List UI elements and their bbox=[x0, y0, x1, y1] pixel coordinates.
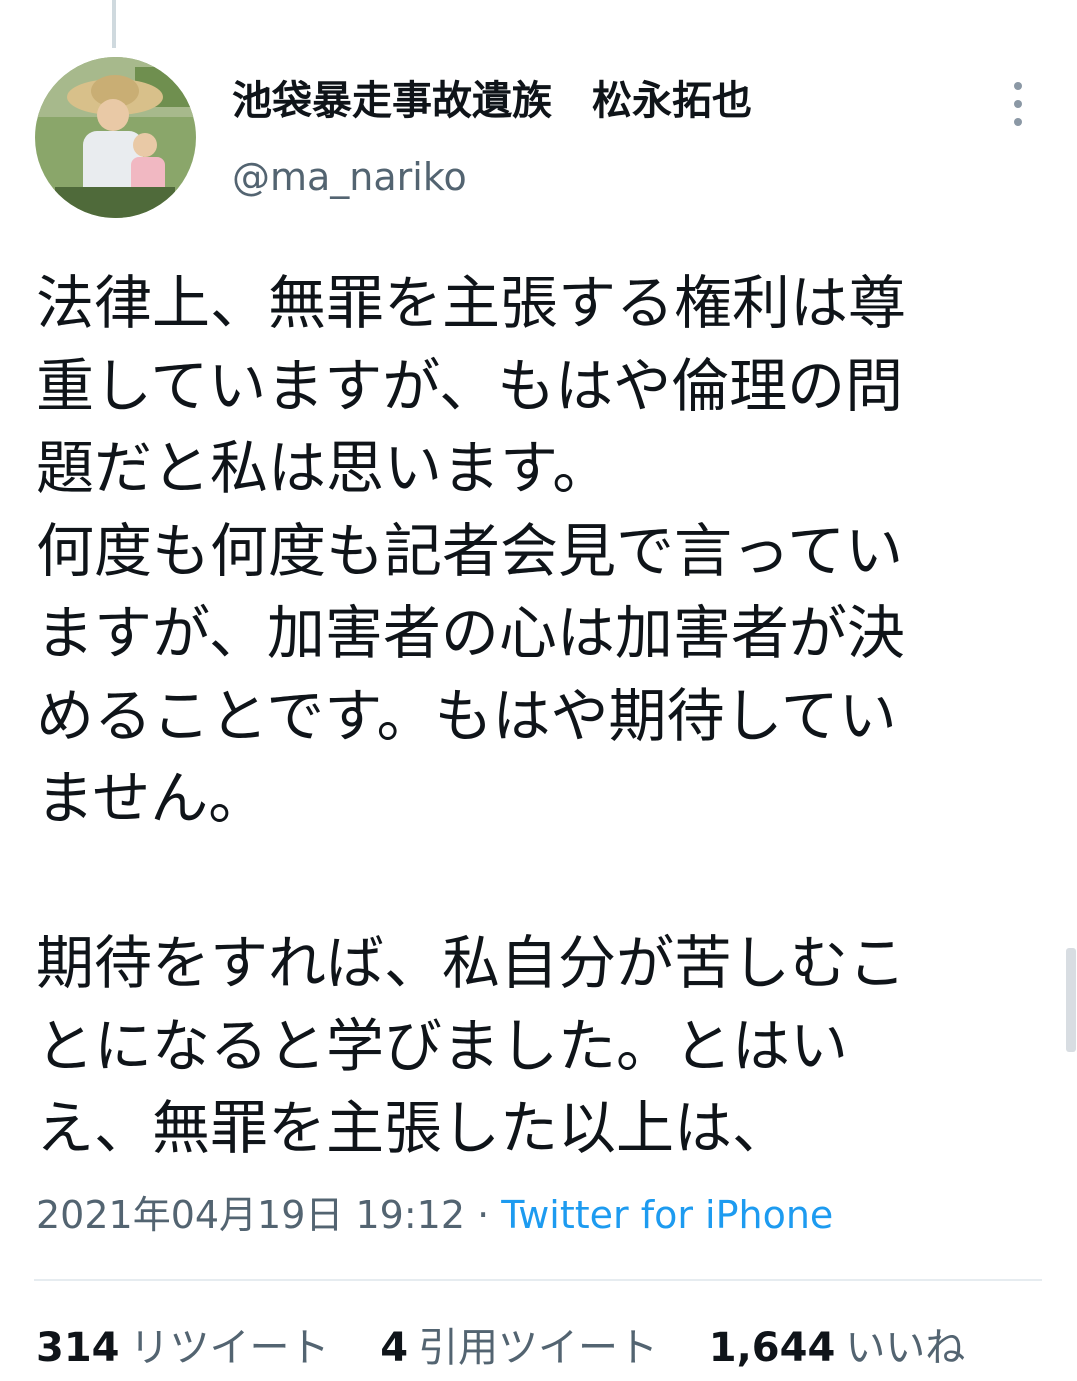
tweet-text-line: ません。 bbox=[36, 764, 267, 832]
tweet-text-line: 重していますが、もはや倫理の問 bbox=[36, 351, 904, 420]
tweet-text-line: めることです。もはや期待してい bbox=[36, 681, 897, 750]
tweet-text-line: 題だと私は思います。 bbox=[36, 434, 611, 502]
likes-count: 1,644 bbox=[708, 1325, 836, 1371]
retweets-count: 314 bbox=[36, 1325, 120, 1371]
retweets-label: リツイート bbox=[129, 1325, 330, 1371]
likes-label: いいね bbox=[845, 1325, 966, 1371]
tweet-text-line: ますが、加害者の心は加害者が決 bbox=[36, 599, 905, 667]
quotes-label: 引用ツイート bbox=[418, 1325, 659, 1371]
tweet-timestamp[interactable]: 2021年04月19日 19:12 bbox=[36, 1193, 465, 1237]
tweet-source-link[interactable]: Twitter for iPhone bbox=[501, 1193, 833, 1237]
display-name[interactable]: 池袋暴走事故遺族 松永拓也 bbox=[232, 75, 752, 127]
quotes-count: 4 bbox=[380, 1325, 409, 1371]
avatar[interactable] bbox=[35, 57, 196, 218]
tweet-text-line: 期待をすれば、私自分が苦しむこ bbox=[36, 929, 907, 997]
thread-connector-line bbox=[112, 0, 116, 48]
tweet-text-line: とになると学びました。とはい bbox=[36, 1011, 849, 1080]
more-dot bbox=[1014, 100, 1022, 108]
avatar-photo bbox=[35, 57, 196, 218]
retweets-stat[interactable]: 314 リツイート bbox=[36, 1322, 330, 1374]
more-dot bbox=[1014, 118, 1022, 126]
divider bbox=[34, 1279, 1042, 1281]
user-handle[interactable]: @ma_nariko bbox=[232, 152, 467, 202]
meta-separator: · bbox=[465, 1193, 502, 1237]
tweet-meta: 2021年04月19日 19:12 · Twitter for iPhone bbox=[36, 1190, 833, 1240]
tweet-text-line: 何度も何度も記者会見で言ってい bbox=[36, 516, 904, 585]
scrollbar[interactable] bbox=[1066, 948, 1076, 1052]
tweet-text: 法律上、無罪を主張する権利は尊 重していますが、もはや倫理の問 題だと私は思いま… bbox=[36, 262, 1036, 1170]
tweet-text-blank-line bbox=[36, 840, 1036, 923]
likes-stat[interactable]: 1,644 いいね bbox=[709, 1322, 966, 1374]
quotes-stat[interactable]: 4 引用ツイート bbox=[380, 1322, 658, 1374]
tweet-text-line: え、無罪を主張した以上は、 bbox=[36, 1094, 791, 1162]
more-dot bbox=[1014, 82, 1022, 90]
tweet-text-line: 法律上、無罪を主張する権利は尊 bbox=[36, 269, 907, 337]
tweet-stats: 314 リツイート 4 引用ツイート 1,644 いいね bbox=[36, 1322, 1003, 1374]
more-options-icon[interactable] bbox=[998, 82, 1038, 126]
